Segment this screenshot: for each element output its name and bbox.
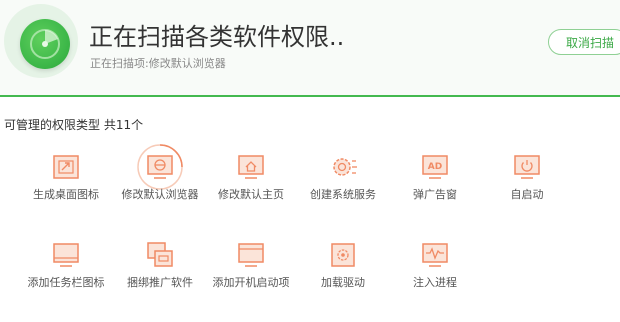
ad-popup-icon: AD <box>420 152 450 182</box>
system-service-icon <box>328 152 358 182</box>
autostart-icon <box>512 152 542 182</box>
permission-label: 生成桌面图标 <box>33 188 99 201</box>
scan-header: 正在扫描各类软件权限.. 正在扫描项:修改默认浏览器 取消扫描 <box>0 0 620 97</box>
permission-item-driver[interactable]: 加载驱动 <box>295 240 391 310</box>
permission-item-homepage[interactable]: 修改默认主页 <box>203 152 299 222</box>
permission-item-autostart[interactable]: 自启动 <box>479 152 575 222</box>
boot-item-icon <box>236 240 266 270</box>
permission-label: 修改默认浏览器 <box>121 188 199 201</box>
page-title: 正在扫描各类软件权限.. <box>89 23 345 51</box>
permission-label: 添加任务栏图标 <box>27 276 105 289</box>
permission-item-boot-item[interactable]: 添加开机启动项 <box>203 240 299 310</box>
bundled-software-icon <box>145 240 175 270</box>
permission-item-taskbar[interactable]: 添加任务栏图标 <box>18 240 114 310</box>
taskbar-icon <box>51 240 81 270</box>
desktop-shortcut-icon <box>51 152 81 182</box>
scan-radar-icon <box>20 19 70 69</box>
permission-item-system-service[interactable]: 创建系统服务 <box>295 152 391 222</box>
homepage-icon <box>236 152 266 182</box>
scan-status-text: 正在扫描项:修改默认浏览器 <box>90 57 226 70</box>
permission-types-heading: 可管理的权限类型 共11个 <box>4 118 144 132</box>
permission-label: 捆绑推广软件 <box>127 276 193 289</box>
permission-item-ad-popup[interactable]: AD 弹广告窗 <box>387 152 483 222</box>
permission-label: 注入进程 <box>413 276 457 289</box>
scan-progress-ring <box>4 4 78 78</box>
permission-label: 修改默认主页 <box>218 188 284 201</box>
permission-item-default-browser[interactable]: 修改默认浏览器 <box>112 144 208 222</box>
permission-item-inject-process[interactable]: 注入进程 <box>387 240 483 310</box>
cancel-scan-button[interactable]: 取消扫描 <box>548 29 620 55</box>
permission-item-desktop-shortcut[interactable]: 生成桌面图标 <box>18 152 114 222</box>
permission-label: 自启动 <box>510 188 544 201</box>
permission-label: 创建系统服务 <box>310 188 376 201</box>
driver-icon <box>328 240 358 270</box>
permission-label: 加载驱动 <box>321 276 365 289</box>
inject-process-icon <box>420 240 450 270</box>
permission-label: 添加开机启动项 <box>212 276 290 289</box>
ad-badge-text: AD <box>428 162 442 172</box>
permission-item-bundled-software[interactable]: 捆绑推广软件 <box>112 240 208 310</box>
permission-label: 弹广告窗 <box>413 188 457 201</box>
browser-icon <box>145 152 175 182</box>
